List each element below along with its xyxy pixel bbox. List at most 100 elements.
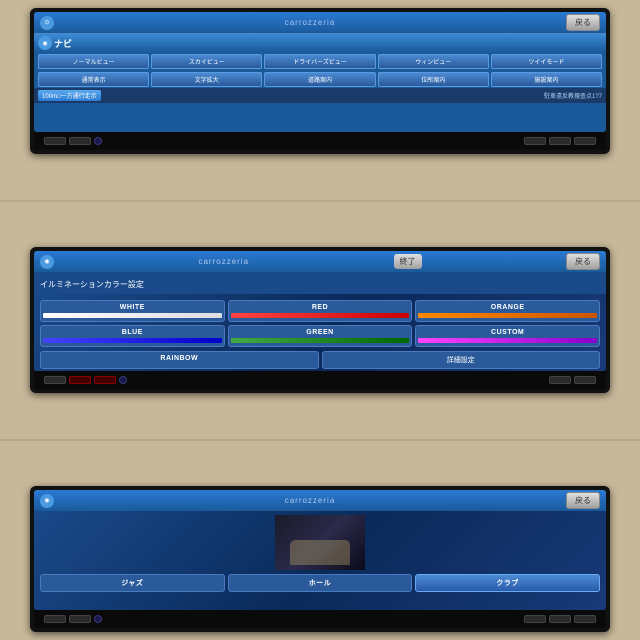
device-body-1: ⊙ carrozzeria 戻る ◉ ナビ ノーマルビュー スカイビュー ドライ… (30, 8, 610, 154)
twin-mode-btn[interactable]: ツイイモード (491, 54, 602, 69)
bottom-btn-12[interactable] (69, 615, 91, 623)
red-label: RED (231, 304, 410, 311)
device-bottom-bar-3 (34, 610, 606, 628)
orange-swatch (418, 313, 597, 318)
jazz-btn[interactable]: ジャズ (40, 574, 225, 592)
color-settings-title: イルミネーションカラー設定 (40, 280, 144, 289)
color-option-blue[interactable]: BLUE (40, 325, 225, 347)
genre-buttons-row: ジャズ ホール クラブ (38, 574, 602, 592)
screen-header-1: ⊙ carrozzeria 戻る (34, 12, 606, 34)
hall-btn[interactable]: ホール (228, 574, 413, 592)
bottom-btn-14[interactable] (549, 615, 571, 623)
device-section-3: ◉ carrozzeria 戻る ジャズ ホール クラブ (10, 486, 630, 632)
color-option-custom[interactable]: CUSTOM (415, 325, 600, 347)
bottom-right-controls-2 (549, 376, 596, 384)
color-option-orange[interactable]: ORANGE (415, 300, 600, 322)
music-screen: ◉ carrozzeria 戻る ジャズ ホール クラブ (34, 490, 606, 610)
bottom-btn-8[interactable] (94, 376, 116, 384)
color-settings-title-bar: イルミネーションカラー設定 (34, 272, 606, 294)
nav-bar-1: ◉ ナビ (34, 34, 606, 52)
bottom-btn-13[interactable] (524, 615, 546, 623)
rainbow-row: RAINBOW 詳細設定 (38, 349, 602, 371)
nav-icon-1: ⊙ (40, 16, 54, 30)
bottom-right-controls-3 (524, 615, 596, 623)
navigation-screen: ⊙ carrozzeria 戻る ◉ ナビ ノーマルビュー スカイビュー ドライ… (34, 12, 606, 132)
blue-label: BLUE (43, 329, 222, 336)
red-swatch (231, 313, 410, 318)
brand-logo-1: carrozzeria (285, 18, 336, 27)
device-section-1: ⊙ carrozzeria 戻る ◉ ナビ ノーマルビュー スカイビュー ドライ… (10, 8, 630, 154)
music-body: ジャズ ホール クラブ (34, 511, 606, 610)
bottom-btn-4[interactable] (549, 137, 571, 145)
driver-view-btn[interactable]: ドライバーズビュー (264, 54, 375, 69)
green-label: GREEN (231, 329, 410, 336)
detail-button[interactable]: 詳細設定 (322, 351, 601, 369)
road-guide-btn[interactable]: 道路案内 (264, 72, 375, 87)
bottom-btn-7[interactable] (69, 376, 91, 384)
white-label: WHITE (43, 304, 222, 311)
divider-1 (0, 200, 640, 202)
bottom-nav-btn-2[interactable] (119, 376, 127, 384)
bottom-left-controls (44, 137, 102, 145)
color-settings-header: ◉ carrozzeria 終了 戻る (34, 251, 606, 272)
music-header: ◉ carrozzeria 戻る (34, 490, 606, 511)
color-option-red[interactable]: RED (228, 300, 413, 322)
color-settings-screen: ◉ carrozzeria 終了 戻る イルミネーションカラー設定 WHITE … (34, 251, 606, 371)
device-bottom-bar-1 (34, 132, 606, 150)
map-btn[interactable]: 100m□一方通行走示 (38, 90, 101, 101)
brand-logo-3: carrozzeria (285, 496, 336, 505)
mode-buttons-row: ノーマルビュー スカイビュー ドライバーズビュー ウィンビュー ツイイモード (34, 52, 606, 71)
map-info-text: 駐車遠反教捜查点1?7 (544, 91, 602, 100)
bottom-btn-15[interactable] (574, 615, 596, 623)
color-nav-icon: ◉ (40, 255, 54, 269)
custom-label: CUSTOM (418, 329, 597, 336)
divider-2 (0, 439, 640, 441)
bottom-btn-10[interactable] (574, 376, 596, 384)
normal-display-btn[interactable]: 通常表示 (38, 72, 149, 87)
back-button-2[interactable]: 戻る (566, 253, 600, 270)
custom-swatch (418, 338, 597, 343)
text-enlarge-btn[interactable]: 文字拡大 (151, 72, 262, 87)
bottom-nav-btn-left[interactable] (94, 137, 102, 145)
device-bottom-bar-2 (34, 371, 606, 389)
bottom-left-controls-2 (44, 376, 127, 384)
orange-label: ORANGE (418, 304, 597, 311)
win-view-btn[interactable]: ウィンビュー (378, 54, 489, 69)
white-swatch (43, 313, 222, 318)
device-body-2: ◉ carrozzeria 終了 戻る イルミネーションカラー設定 WHITE … (30, 247, 610, 393)
back-button-3[interactable]: 戻る (566, 492, 600, 509)
bottom-btn-9[interactable] (549, 376, 571, 384)
music-nav-icon: ◉ (40, 494, 54, 508)
hands-silhouette (290, 540, 350, 565)
rainbow-button[interactable]: RAINBOW (40, 351, 319, 369)
nav-mode-icon: ◉ (38, 36, 52, 50)
finished-button[interactable]: 終了 (394, 254, 422, 269)
bottom-btn-5[interactable] (574, 137, 596, 145)
normal-view-btn[interactable]: ノーマルビュー (38, 54, 149, 69)
facility-guide-btn[interactable]: 施設案内 (491, 72, 602, 87)
bottom-right-controls (524, 137, 596, 145)
nav-title-1: ナビ (54, 37, 72, 50)
back-button-1[interactable]: 戻る (566, 14, 600, 31)
loc-guide-btn[interactable]: 位所案内 (378, 72, 489, 87)
bottom-btn-3[interactable] (524, 137, 546, 145)
bottom-btn-6[interactable] (44, 376, 66, 384)
club-btn[interactable]: クラブ (415, 574, 600, 592)
green-swatch (231, 338, 410, 343)
color-option-green[interactable]: GREEN (228, 325, 413, 347)
color-settings-body: WHITE RED ORANGE BLUE (34, 294, 606, 371)
device-body-3: ◉ carrozzeria 戻る ジャズ ホール クラブ (30, 486, 610, 632)
color-option-white[interactable]: WHITE (40, 300, 225, 322)
brand-logo-2: carrozzeria (198, 257, 249, 266)
color-grid: WHITE RED ORANGE BLUE (38, 298, 602, 349)
bottom-left-controls-3 (44, 615, 102, 623)
bottom-btn-11[interactable] (44, 615, 66, 623)
map-info-area: 100m□一方通行走示 駐車遠反教捜查点1?7 (34, 88, 606, 103)
bottom-nav-btn-3[interactable] (94, 615, 102, 623)
blue-swatch (43, 338, 222, 343)
bottom-btn-1[interactable] (44, 137, 66, 145)
bottom-btn-2[interactable] (69, 137, 91, 145)
sky-view-btn[interactable]: スカイビュー (151, 54, 262, 69)
device-section-2: ◉ carrozzeria 終了 戻る イルミネーションカラー設定 WHITE … (10, 247, 630, 393)
music-preview (275, 515, 365, 570)
